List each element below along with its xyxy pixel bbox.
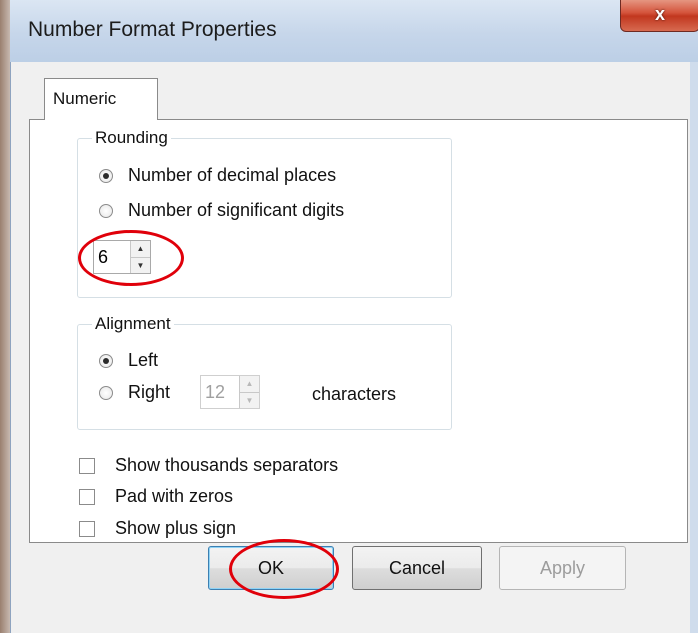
spin-down-icon[interactable]: ▼ — [240, 391, 259, 408]
checkbox-box-pad-zeros[interactable] — [79, 488, 95, 505]
radio-button-decimal-places[interactable] — [99, 168, 113, 183]
close-button[interactable]: x — [620, 0, 698, 32]
window-title: Number Format Properties — [28, 18, 277, 41]
spin-down-icon[interactable]: ▼ — [131, 256, 150, 273]
radio-significant-digits[interactable]: Number of significant digits — [99, 200, 344, 221]
radio-decimal-places[interactable]: Number of decimal places — [99, 165, 336, 186]
width-spinner[interactable]: ▲ ▼ — [200, 375, 260, 409]
radio-label-decimal-places: Number of decimal places — [128, 165, 337, 185]
title-bar[interactable]: Number Format Properties x — [10, 0, 698, 62]
radio-left[interactable]: Left — [99, 350, 158, 371]
rounding-spinner[interactable]: ▲ ▼ — [93, 240, 151, 274]
radio-label-significant-digits: Number of significant digits — [128, 200, 345, 220]
checkbox-label-pad-zeros: Pad with zeros — [115, 486, 234, 506]
ok-button[interactable]: OK — [208, 546, 334, 590]
radio-label-left: Left — [128, 350, 159, 370]
checkbox-plus-sign[interactable]: Show plus sign — [79, 518, 236, 539]
checkbox-label-plus-sign: Show plus sign — [115, 518, 237, 538]
dialog-window: Number Format Properties x Numeric Round… — [0, 0, 698, 633]
desktop-edge — [0, 0, 10, 633]
spin-up-icon[interactable]: ▲ — [240, 376, 259, 392]
checkbox-box-thousands[interactable] — [79, 457, 95, 474]
radio-button-left[interactable] — [99, 353, 113, 368]
tab-panel-numeric: Rounding Number of decimal places Number… — [29, 119, 688, 543]
cancel-button[interactable]: Cancel — [352, 546, 482, 590]
checkbox-box-plus-sign[interactable] — [79, 520, 95, 537]
checkbox-label-thousands: Show thousands separators — [115, 455, 339, 475]
apply-button[interactable]: Apply — [499, 546, 626, 590]
alignment-group: Alignment — [77, 314, 452, 430]
close-icon: x — [654, 4, 665, 24]
spin-up-icon[interactable]: ▲ — [131, 241, 150, 257]
radio-button-significant-digits[interactable] — [99, 203, 113, 218]
tab-label: Numeric — [53, 89, 117, 108]
rounding-legend: Rounding — [95, 128, 168, 147]
rounding-value-input[interactable] — [94, 241, 130, 273]
checkbox-pad-zeros[interactable]: Pad with zeros — [79, 486, 233, 507]
radio-label-right: Right — [128, 382, 171, 402]
tab-numeric[interactable]: Numeric — [44, 78, 158, 120]
width-value-input[interactable] — [201, 376, 239, 408]
dialog-client-area: Numeric Rounding Number of decimal place… — [10, 62, 690, 633]
alignment-legend: Alignment — [95, 314, 171, 333]
checkbox-thousands-separators[interactable]: Show thousands separators — [79, 455, 338, 476]
radio-right[interactable]: Right — [99, 382, 170, 403]
radio-button-right[interactable] — [99, 385, 113, 400]
characters-label: characters — [312, 384, 397, 404]
